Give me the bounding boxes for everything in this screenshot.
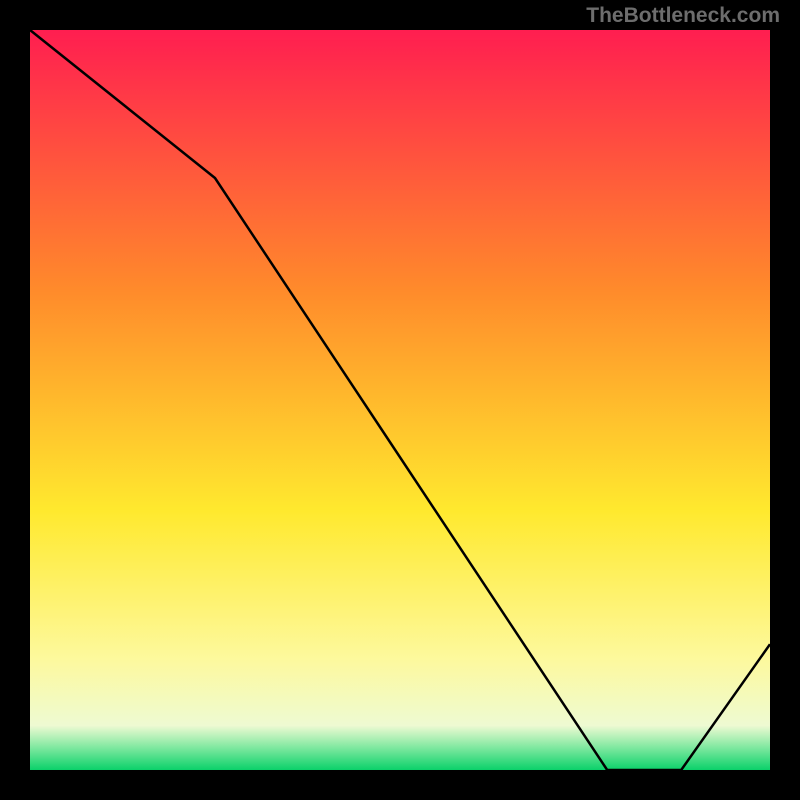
chart-plot-area <box>30 30 770 770</box>
watermark-text: TheBottleneck.com <box>586 4 780 28</box>
line-curve <box>30 30 770 770</box>
